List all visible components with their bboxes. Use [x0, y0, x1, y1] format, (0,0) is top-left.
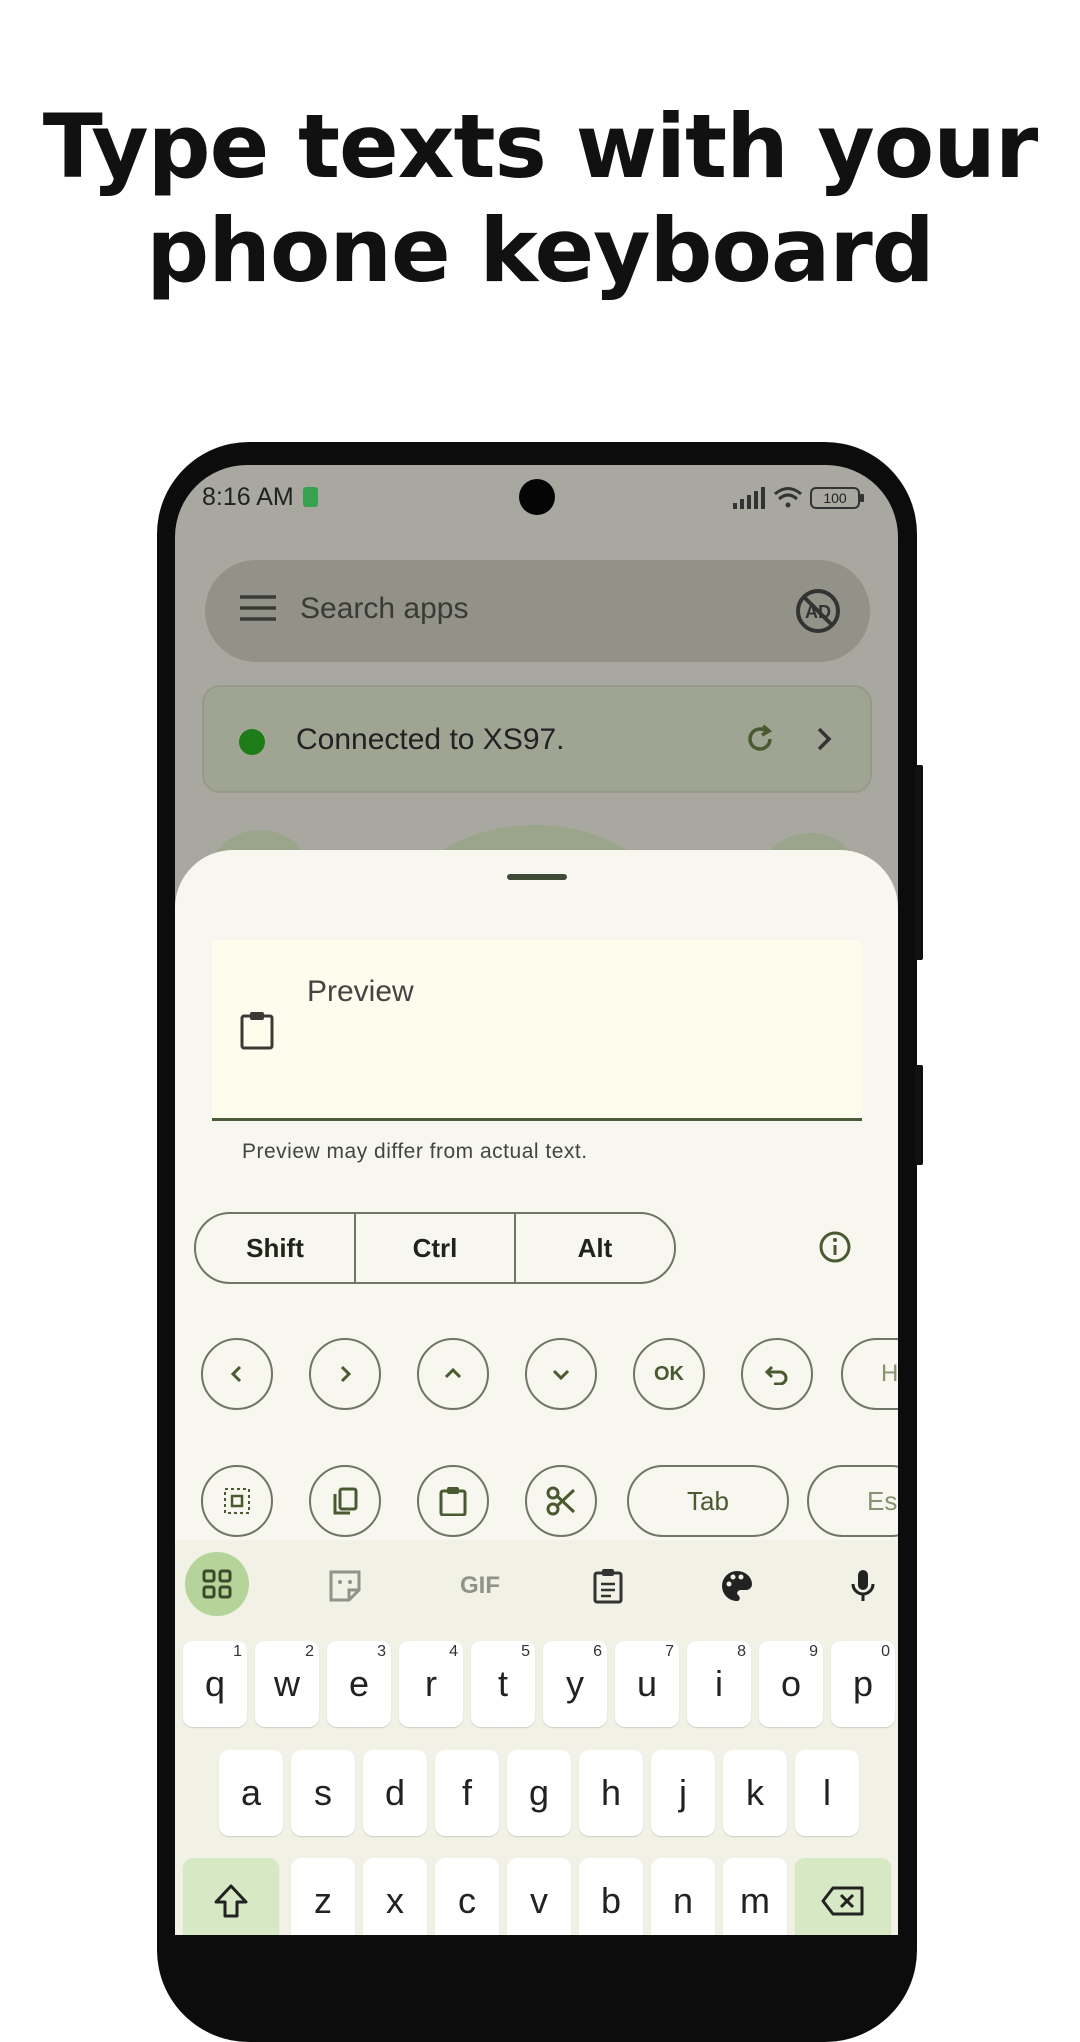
battery-level: 100 — [823, 490, 847, 506]
backspace-key[interactable] — [795, 1858, 891, 1935]
key-a[interactable]: a — [219, 1750, 283, 1836]
key-c[interactable]: c — [435, 1858, 499, 1935]
key-b[interactable]: b — [579, 1858, 643, 1935]
ok-button[interactable]: OK — [633, 1338, 705, 1410]
key-s[interactable]: s — [291, 1750, 355, 1836]
key-v[interactable]: v — [507, 1858, 571, 1935]
keyboard-toolbar: GIF — [175, 1540, 898, 1628]
signal-icon — [733, 487, 765, 509]
key-o[interactable]: o9 — [759, 1641, 823, 1727]
clipboard-icon[interactable] — [239, 1010, 275, 1055]
headline-line-2: phone keyboard — [146, 199, 935, 302]
home-key-button[interactable]: H — [841, 1338, 898, 1410]
key-d[interactable]: d — [363, 1750, 427, 1836]
key-y[interactable]: y6 — [543, 1641, 607, 1727]
ad-block-icon[interactable]: AD — [795, 588, 841, 639]
left-arrow-button[interactable] — [201, 1338, 273, 1410]
select-all-button[interactable] — [201, 1465, 273, 1537]
home-key-label: H — [881, 1360, 898, 1387]
scissors-icon — [546, 1486, 576, 1516]
paste-icon — [439, 1487, 467, 1516]
cut-button[interactable] — [525, 1465, 597, 1537]
key-k[interactable]: k — [723, 1750, 787, 1836]
backspace-icon — [821, 1886, 864, 1916]
menu-icon[interactable] — [240, 594, 276, 627]
microphone-icon[interactable] — [835, 1558, 891, 1614]
key-t[interactable]: t5 — [471, 1641, 535, 1727]
power-button — [915, 1065, 923, 1165]
volume-button — [915, 765, 923, 960]
key-r[interactable]: r4 — [399, 1641, 463, 1727]
alt-toggle[interactable]: Alt — [516, 1214, 674, 1282]
apps-grid-icon[interactable] — [185, 1552, 249, 1616]
phone-screen: 8:16 AM 100 Search apps Connected to XS9… — [175, 465, 898, 1935]
key-w[interactable]: w2 — [255, 1641, 319, 1727]
shift-key[interactable] — [183, 1858, 279, 1935]
drag-handle[interactable] — [507, 874, 567, 880]
undo-button[interactable] — [741, 1338, 813, 1410]
connected-status-dot — [239, 729, 265, 755]
key-j[interactable]: j — [651, 1750, 715, 1836]
headline-line-1: Type texts with your — [42, 95, 1039, 198]
right-arrow-button[interactable] — [309, 1338, 381, 1410]
key-e[interactable]: e3 — [327, 1641, 391, 1727]
esc-key-label: Es — [867, 1485, 898, 1516]
connection-status-text: Connected to XS97. — [296, 723, 565, 756]
shift-arrow-icon — [214, 1884, 248, 1918]
gif-label: GIF — [460, 1572, 500, 1599]
chevron-left-icon — [230, 1365, 242, 1383]
key-f[interactable]: f — [435, 1750, 499, 1836]
shift-toggle[interactable]: Shift — [196, 1214, 356, 1282]
gif-icon[interactable]: GIF — [445, 1558, 515, 1614]
ctrl-toggle[interactable]: Ctrl — [356, 1214, 516, 1282]
key-x[interactable]: x — [363, 1858, 427, 1935]
down-arrow-button[interactable] — [525, 1338, 597, 1410]
esc-key-button[interactable]: Es — [807, 1465, 898, 1537]
modifier-key-group: Shift Ctrl Alt — [194, 1212, 676, 1284]
front-camera — [519, 479, 555, 515]
up-arrow-button[interactable] — [417, 1338, 489, 1410]
chevron-right-icon — [340, 1365, 352, 1383]
tab-key-button[interactable]: Tab — [627, 1465, 789, 1537]
search-placeholder[interactable]: Search apps — [300, 592, 468, 626]
key-u[interactable]: u7 — [615, 1641, 679, 1727]
headline: Type texts with your phone keyboard — [0, 95, 1080, 303]
status-time: 8:16 AM — [202, 483, 294, 511]
palette-icon[interactable] — [709, 1558, 765, 1614]
sim-icon — [303, 487, 318, 507]
key-l[interactable]: l — [795, 1750, 859, 1836]
preview-helper-text: Preview may differ from actual text. — [242, 1140, 588, 1163]
key-q[interactable]: q1 — [183, 1641, 247, 1727]
copy-button[interactable] — [309, 1465, 381, 1537]
sticker-icon[interactable] — [317, 1558, 373, 1614]
paste-button[interactable] — [417, 1465, 489, 1537]
refresh-icon[interactable] — [744, 723, 776, 760]
key-n[interactable]: n — [651, 1858, 715, 1935]
clipboard-icon[interactable] — [580, 1558, 636, 1614]
chevron-up-icon — [444, 1367, 462, 1379]
key-g[interactable]: g — [507, 1750, 571, 1836]
ok-label: OK — [654, 1362, 684, 1385]
select-all-icon — [224, 1488, 250, 1514]
key-m[interactable]: m — [723, 1858, 787, 1935]
info-icon[interactable] — [818, 1230, 852, 1264]
key-i[interactable]: i8 — [687, 1641, 751, 1727]
tab-key-label: Tab — [687, 1485, 729, 1516]
status-icons: 100 — [733, 485, 868, 516]
key-z[interactable]: z — [291, 1858, 355, 1935]
key-p[interactable]: p0 — [831, 1641, 895, 1727]
key-h[interactable]: h — [579, 1750, 643, 1836]
undo-icon — [764, 1365, 788, 1385]
copy-icon — [333, 1487, 358, 1515]
chevron-right-icon[interactable] — [814, 725, 834, 758]
search-bar[interactable]: Search apps AD — [205, 560, 870, 662]
connection-card[interactable]: Connected to XS97. — [202, 685, 872, 793]
soft-keyboard: GIF q1 w2 e3 r4 t5 y6 u7 i8 o9 p0 a s d … — [175, 1540, 898, 1935]
wifi-icon — [774, 487, 802, 508]
preview-field[interactable]: Preview — [212, 940, 862, 1121]
preview-label: Preview — [307, 975, 414, 1008]
chevron-down-icon — [552, 1369, 570, 1381]
